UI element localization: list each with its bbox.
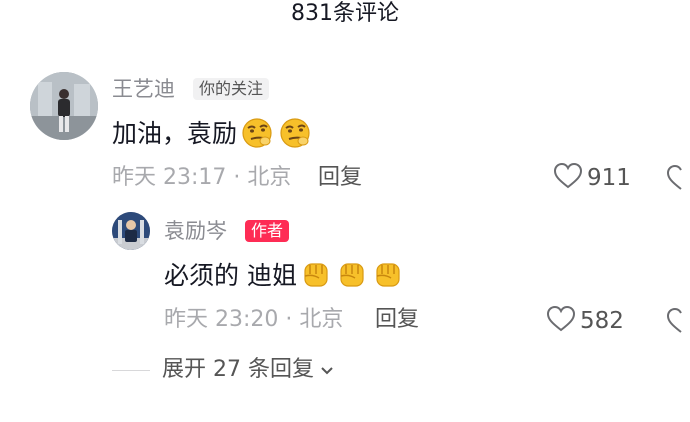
like-count: 911 xyxy=(587,165,631,191)
reply-button[interactable]: 回复 xyxy=(318,164,362,192)
like-button[interactable]: 911 xyxy=(553,162,631,194)
heart-icon xyxy=(546,305,576,337)
smirk-emoji-icon xyxy=(239,116,275,156)
reply-username[interactable]: 袁励岑 xyxy=(164,218,227,244)
reply-button[interactable]: 回复 xyxy=(375,306,419,334)
reply-text: 必须的 迪姐 xyxy=(164,258,405,298)
author-badge: 作者 xyxy=(245,220,290,242)
smirk-emoji-icon xyxy=(277,116,313,156)
expand-replies-label: 展开 27 条回复 xyxy=(162,357,314,382)
heart-icon xyxy=(553,162,583,194)
comment-timestamp: 昨天 23:17 · 北京 xyxy=(112,165,292,190)
comment-text: 加油，袁励 xyxy=(112,116,313,156)
comment-text-content: 加油，袁励 xyxy=(112,119,238,148)
dislike-icon[interactable] xyxy=(666,307,690,339)
reply-text-content: 必须的 迪姐 xyxy=(164,261,297,290)
comments-count-title: 831条评论 xyxy=(291,1,399,26)
avatar[interactable] xyxy=(30,72,98,140)
comment-username[interactable]: 王艺迪 xyxy=(112,76,175,102)
avatar[interactable] xyxy=(112,212,150,250)
raised-fist-icon xyxy=(335,258,369,298)
like-count: 582 xyxy=(580,308,624,334)
reply-timestamp: 昨天 23:20 · 北京 xyxy=(164,307,344,332)
following-badge: 你的关注 xyxy=(193,78,270,100)
raised-fist-icon xyxy=(371,258,405,298)
chevron-down-icon xyxy=(320,356,334,384)
raised-fist-icon xyxy=(299,258,333,298)
divider xyxy=(112,370,150,371)
dislike-icon[interactable] xyxy=(666,164,690,196)
like-button[interactable]: 582 xyxy=(546,305,624,337)
expand-replies-button[interactable]: 展开 27 条回复 xyxy=(162,356,334,384)
